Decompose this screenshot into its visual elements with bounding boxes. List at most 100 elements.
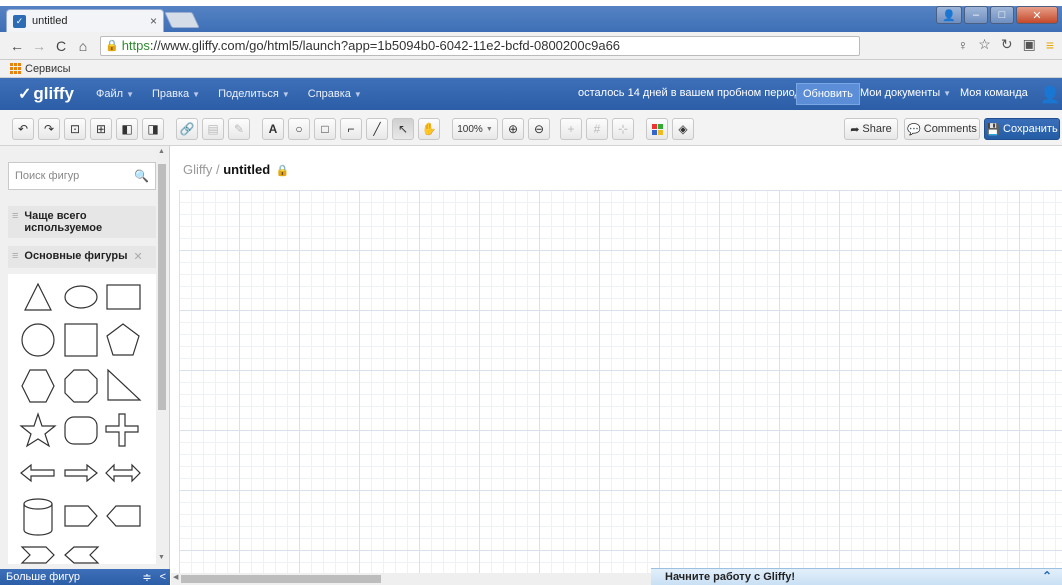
section-frequently-used[interactable]: ≡ Чаще всего используемое (8, 206, 156, 238)
chevron-shape[interactable] (20, 546, 55, 564)
undo-icon[interactable]: ↶ (12, 118, 34, 140)
forward-icon[interactable]: → (30, 38, 48, 54)
more-shapes-label[interactable]: Больше фигур (6, 571, 80, 583)
more-shapes-bar[interactable]: Больше фигур ≑ < (0, 569, 170, 585)
search-icon[interactable]: 🔍 (134, 169, 149, 183)
snap-grid-icon[interactable]: ⊹ (612, 118, 634, 140)
document-name[interactable]: untitled (223, 162, 270, 177)
gliffy-favicon-icon: ✓ (13, 14, 26, 28)
bookmark-star-icon[interactable]: ☆ (978, 36, 991, 53)
back-icon[interactable]: ← (8, 38, 26, 54)
ellipse-tool-icon[interactable]: ○ (288, 118, 310, 140)
refresh-extension-icon[interactable]: ↻ (1001, 36, 1013, 53)
square-shape[interactable] (64, 323, 98, 357)
chrome-menu-icon[interactable]: ≡ (1046, 37, 1054, 53)
apps-grid-icon[interactable] (10, 63, 21, 74)
group-icon[interactable]: ⊡ (64, 118, 86, 140)
pentagon-shape[interactable] (106, 323, 140, 356)
zoom-out-icon[interactable]: ⊖ (528, 118, 550, 140)
drag-handle-icon[interactable]: ≡ (12, 210, 18, 222)
redo-icon[interactable]: ↷ (38, 118, 60, 140)
my-team-link[interactable]: Моя команда (960, 87, 1028, 99)
reverse-chevron-shape[interactable] (64, 546, 100, 564)
close-window-icon[interactable]: ✕ (1016, 6, 1058, 24)
extension-icon[interactable]: ♀ (958, 37, 969, 53)
collapse-all-icon[interactable]: ≑ (142, 571, 151, 584)
scroll-down-icon[interactable]: ▼ (158, 554, 165, 561)
zoom-in-icon[interactable]: ⊕ (502, 118, 524, 140)
user-account-icon[interactable]: 👤 (1040, 85, 1060, 105)
layers-icon[interactable]: ◈ (672, 118, 694, 140)
hand-tool-icon[interactable]: ✋ (418, 118, 440, 140)
chevron-up-icon[interactable]: ⌃ (1042, 569, 1052, 583)
menu-share[interactable]: Поделиться ▼ (218, 88, 290, 100)
shape-panel-scrollbar[interactable]: ▲ ▼ (156, 146, 168, 566)
left-tag-shape[interactable] (106, 505, 141, 527)
browser-tab[interactable]: ✓ untitled × (6, 9, 164, 32)
right-triangle-shape[interactable] (107, 368, 142, 401)
note-icon[interactable]: ▤ (202, 118, 224, 140)
upgrade-button[interactable]: Обновить (796, 83, 860, 105)
canvas-horizontal-scrollbar[interactable]: ◀ (171, 573, 651, 585)
scrollbar-thumb[interactable] (158, 164, 166, 410)
diagram-canvas[interactable]: Gliffy / untitled 🔒 (171, 146, 1062, 573)
bookmark-apps-label[interactable]: Сервисы (25, 63, 71, 75)
scroll-left-icon[interactable]: ◀ (173, 573, 178, 581)
drag-handle-icon[interactable]: ≡ (12, 250, 18, 262)
line-tool-icon[interactable]: ╱ (366, 118, 388, 140)
circle-shape[interactable] (21, 323, 55, 357)
share-button[interactable]: ➦ Share (844, 118, 898, 140)
ungroup-icon[interactable]: ⊞ (90, 118, 112, 140)
menu-file[interactable]: Файл ▼ (96, 88, 134, 100)
link-icon[interactable]: 🔗 (176, 118, 198, 140)
ellipse-shape[interactable] (64, 285, 98, 309)
menu-help[interactable]: Справка ▼ (308, 88, 362, 100)
profile-icon[interactable]: 👤 (936, 6, 962, 24)
format-painter-icon[interactable]: ✎ (228, 118, 250, 140)
bring-front-icon[interactable]: ◧ (116, 118, 138, 140)
pentagon-tag-shape[interactable] (64, 505, 98, 527)
text-tool-icon[interactable]: A (262, 118, 284, 140)
rectangle-shape[interactable] (106, 284, 141, 310)
breadcrumb-brand[interactable]: Gliffy (183, 162, 212, 177)
tab-close-icon[interactable]: × (150, 14, 157, 28)
shape-search-input[interactable]: Поиск фигур 🔍 (8, 162, 156, 190)
close-section-icon[interactable]: ✕ (134, 250, 143, 263)
chevron-down-icon: ▼ (943, 89, 952, 98)
scrollbar-thumb[interactable] (181, 575, 381, 583)
cross-shape[interactable] (105, 413, 139, 447)
double-arrow-shape[interactable] (105, 463, 141, 483)
star-shape[interactable] (19, 412, 57, 448)
save-button[interactable]: 💾 Сохранить (984, 118, 1060, 140)
connector-tool-icon[interactable]: ⌐ (340, 118, 362, 140)
comments-button[interactable]: 💬 Comments (904, 118, 980, 140)
rounded-rectangle-shape[interactable] (64, 416, 98, 445)
theme-palette-icon[interactable] (646, 118, 668, 140)
scroll-up-icon[interactable]: ▲ (158, 148, 165, 155)
section-basic-shapes[interactable]: ≡ Основные фигуры ✕ (8, 246, 156, 268)
gliffy-logo[interactable]: ✓ gliffy (18, 84, 74, 104)
right-arrow-shape[interactable] (64, 463, 98, 483)
get-started-panel[interactable]: Начните работу с Gliffy! ⌃ (651, 568, 1062, 585)
my-documents-menu[interactable]: Мои документы ▼ (860, 87, 951, 99)
app-extension-icon[interactable]: ▣ (1023, 36, 1036, 53)
hexagon-shape[interactable] (21, 369, 55, 403)
collapse-panel-icon[interactable]: < (160, 571, 166, 583)
new-tab-button[interactable] (164, 12, 200, 28)
triangle-shape[interactable] (24, 282, 52, 311)
left-arrow-shape[interactable] (20, 463, 55, 483)
menu-edit[interactable]: Правка ▼ (152, 88, 200, 100)
reload-icon[interactable]: C (52, 38, 70, 54)
octagon-shape[interactable] (64, 369, 98, 403)
url-input[interactable]: 🔒 https ://www.gliffy.com/go/html5/launc… (100, 35, 860, 56)
send-back-icon[interactable]: ◨ (142, 118, 164, 140)
minimize-icon[interactable]: – (964, 6, 988, 24)
maximize-icon[interactable]: □ (990, 6, 1014, 24)
home-icon[interactable]: ⌂ (74, 38, 92, 54)
grid-toggle-icon[interactable]: # (586, 118, 608, 140)
rectangle-tool-icon[interactable]: □ (314, 118, 336, 140)
canvas-grid[interactable] (179, 190, 1062, 573)
zoom-select[interactable]: 100% ▼ (452, 118, 498, 140)
pointer-tool-icon[interactable]: ↖ (392, 118, 414, 140)
snap-guides-icon[interactable]: + (560, 118, 582, 140)
